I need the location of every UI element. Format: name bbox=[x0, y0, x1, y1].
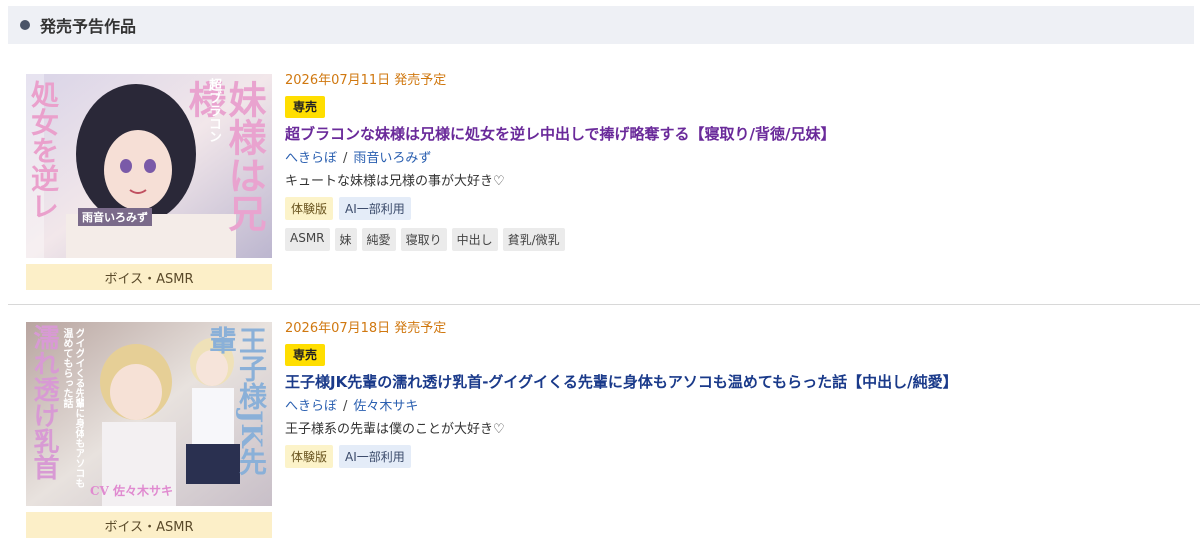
section-header: 発売予告作品 bbox=[8, 6, 1194, 44]
product-tags: 体験版 AI一部利用 bbox=[285, 445, 1185, 468]
creators: へきらぼ / 雨音いろみず bbox=[285, 150, 1185, 168]
thumbnail-left-text: 処女を逆レ bbox=[27, 80, 60, 220]
exclusive-badge: 専売 bbox=[285, 344, 326, 366]
circle-link[interactable]: へきらぼ bbox=[285, 151, 337, 166]
thumbnail-cv-text: CV 佐々木サキ bbox=[90, 484, 174, 498]
genre-tag[interactable]: 中出し bbox=[451, 228, 498, 251]
creators: へきらぼ / 佐々木サキ bbox=[285, 398, 1185, 416]
genre-tags: ASMR 妹 純愛 寝取り 中出し 貧乳/微乳 bbox=[285, 228, 1185, 251]
product-description: 王子様系の先輩は僕のことが大好き♡ bbox=[285, 422, 505, 437]
product-thumbnail[interactable]: 妹様は兄様 超ブラコン 処女を逆レ 雨音いろみず bbox=[26, 74, 272, 258]
creator-separator: / bbox=[343, 399, 348, 414]
section-title: 発売予告作品 bbox=[40, 17, 137, 36]
thumbnail-subtitle-text: グイグイくる先輩に身体もアソコも温めてもらった話 bbox=[61, 328, 84, 488]
genre-tag[interactable]: 寝取り bbox=[400, 228, 447, 251]
product-card: 濡れ透け乳首 王子様JK先輩 グイグイくる先輩に身体もアソコも温めてもらった話 … bbox=[0, 316, 1200, 546]
trial-tag[interactable]: 体験版 bbox=[285, 197, 334, 220]
thumbnail-title-text: 妹様は兄様 bbox=[182, 80, 267, 232]
genre-tag[interactable]: 貧乳/微乳 bbox=[502, 228, 565, 251]
thumbnail-title-text: 王子様JK先輩 bbox=[205, 326, 268, 476]
product-card: 妹様は兄様 超ブラコン 処女を逆レ 雨音いろみず ボイス・ASMR 2026年0… bbox=[0, 68, 1200, 298]
product-description: キュートな妹様は兄様の事が大好き♡ bbox=[285, 174, 505, 189]
thumbnail-left-text: 濡れ透け乳首 bbox=[29, 324, 59, 480]
genre-tag[interactable]: 純愛 bbox=[361, 228, 396, 251]
ai-usage-tag[interactable]: AI一部利用 bbox=[339, 197, 411, 220]
thumbnail-subtitle-text: 超ブラコン bbox=[206, 78, 221, 143]
genre-tag[interactable]: 妹 bbox=[334, 228, 357, 251]
exclusive-badge: 専売 bbox=[285, 96, 326, 118]
creator-separator: / bbox=[343, 151, 348, 166]
voice-actor-link[interactable]: 佐々木サキ bbox=[353, 399, 418, 414]
trial-tag[interactable]: 体験版 bbox=[285, 445, 334, 468]
product-tags: 体験版 AI一部利用 bbox=[285, 197, 1185, 220]
release-date: 2026年07月18日 発売予定 bbox=[285, 321, 447, 336]
product-title-link[interactable]: 超ブラコンな妹様は兄様に処女を逆レ中出しで捧げ略奪する【寝取り/背徳/兄妹】 bbox=[285, 124, 1185, 144]
category-label: ボイス・ASMR bbox=[26, 512, 272, 538]
product-thumbnail[interactable]: 濡れ透け乳首 王子様JK先輩 グイグイくる先輩に身体もアソコも温めてもらった話 … bbox=[26, 322, 272, 506]
category-label: ボイス・ASMR bbox=[26, 264, 272, 290]
circle-link[interactable]: へきらぼ bbox=[285, 399, 337, 414]
release-date: 2026年07月11日 発売予定 bbox=[285, 73, 447, 88]
product-info: 2026年07月11日 発売予定 専売 超ブラコンな妹様は兄様に処女を逆レ中出し… bbox=[285, 72, 1185, 251]
voice-actor-link[interactable]: 雨音いろみず bbox=[353, 151, 431, 166]
genre-tag[interactable]: ASMR bbox=[285, 228, 330, 251]
ai-usage-tag[interactable]: AI一部利用 bbox=[339, 445, 411, 468]
thumbnail-cv-text: 雨音いろみず bbox=[78, 208, 152, 226]
bullet-icon bbox=[20, 20, 30, 30]
product-info: 2026年07月18日 発売予定 専売 王子様JK先輩の濡れ透け乳首-グイグイく… bbox=[285, 320, 1185, 468]
product-title-link[interactable]: 王子様JK先輩の濡れ透け乳首-グイグイくる先輩に身体もアソコも温めてもらった話【… bbox=[285, 372, 1185, 392]
divider bbox=[8, 304, 1200, 305]
